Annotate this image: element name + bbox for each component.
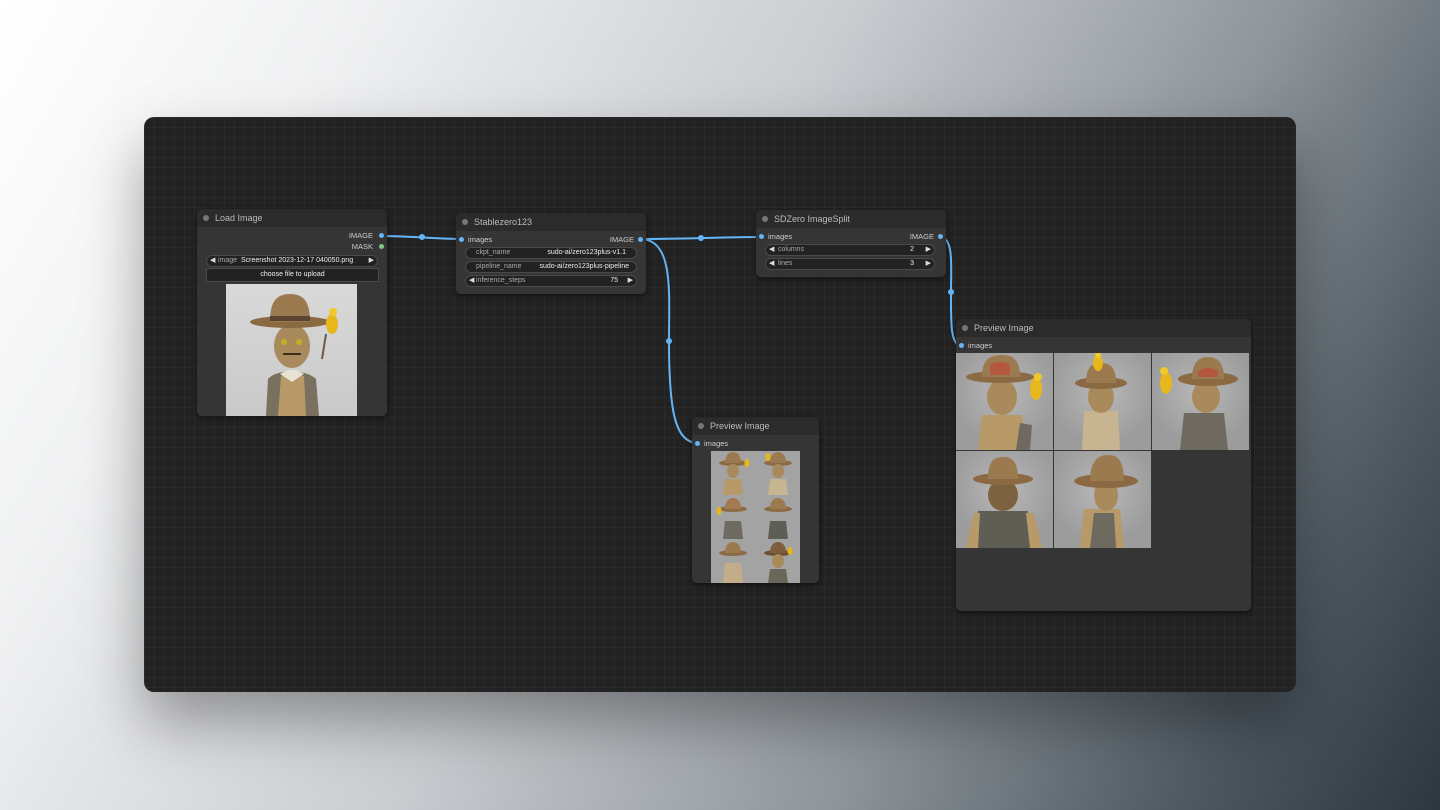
- wire-stablezero-to-split: [639, 236, 763, 240]
- wire-midpoint: [666, 338, 672, 344]
- output-image-port[interactable]: [638, 237, 643, 242]
- split-image-tile[interactable]: [1054, 353, 1151, 450]
- arrow-left-icon[interactable]: ◀: [769, 259, 774, 269]
- preview-image-node-small[interactable]: Preview Image images: [692, 417, 819, 583]
- node-title[interactable]: Preview Image: [692, 417, 819, 435]
- split-image-tile[interactable]: [956, 353, 1053, 450]
- output-image-label: IMAGE: [609, 235, 634, 244]
- scarecrow-view-image: [1075, 353, 1127, 450]
- arrow-left-icon[interactable]: ◀: [769, 245, 774, 255]
- output-image-port[interactable]: [379, 233, 384, 238]
- output-image-port[interactable]: [938, 234, 943, 239]
- output-image-preview: [711, 451, 800, 583]
- load-image-node[interactable]: Load Image IMAGE MASK ◀ image Screenshot…: [197, 209, 387, 416]
- output-mask: MASK: [351, 242, 373, 251]
- inference-steps-widget[interactable]: ◀ inference_steps 75 ▶: [465, 275, 637, 287]
- node-title[interactable]: SDZero ImageSplit: [756, 210, 946, 228]
- scarecrow-view-image: [966, 355, 1042, 450]
- input-images-label: images: [968, 341, 993, 350]
- lines-widget[interactable]: ◀ lines 3 ▶: [765, 258, 935, 270]
- input-images-label: images: [468, 235, 493, 244]
- input-images-label: images: [704, 439, 729, 448]
- ckpt-name-widget[interactable]: ckpt_name sudo-ai/zero123plus-v1.1: [465, 247, 637, 259]
- input-images-port[interactable]: [459, 237, 464, 242]
- image-combo-widget[interactable]: ◀ image Screenshot 2023-12-17 040050.png…: [206, 255, 378, 267]
- output-mask-port[interactable]: [379, 244, 384, 249]
- output-image: IMAGE: [348, 231, 373, 240]
- split-image-tile[interactable]: [1054, 451, 1151, 548]
- output-image-label: IMAGE: [909, 232, 934, 241]
- collapse-dot-icon[interactable]: [698, 423, 704, 429]
- arrow-left-icon[interactable]: ◀: [210, 256, 215, 266]
- loaded-image-preview: [226, 284, 357, 416]
- sdzero-imagesplit-node[interactable]: SDZero ImageSplit images IMAGE ◀ columns…: [756, 210, 946, 277]
- split-image-tile[interactable]: [1152, 353, 1249, 450]
- collapse-dot-icon[interactable]: [203, 215, 209, 221]
- wire-midpoint: [698, 235, 704, 241]
- collapse-dot-icon[interactable]: [462, 219, 468, 225]
- arrow-right-icon[interactable]: ▶: [628, 276, 633, 286]
- arrow-right-icon[interactable]: ▶: [369, 256, 374, 266]
- pipeline-name-widget[interactable]: pipeline_name sudo-ai/zero123plus-pipeli…: [465, 261, 637, 273]
- collapse-dot-icon[interactable]: [962, 325, 968, 331]
- scarecrow-view-image: [966, 457, 1042, 548]
- wire-midpoint: [419, 234, 425, 240]
- input-images-port[interactable]: [759, 234, 764, 239]
- scarecrow-view-image: [1074, 455, 1138, 548]
- wire-stablezero-to-preview-small: [639, 238, 699, 444]
- node-title[interactable]: Preview Image: [956, 319, 1251, 337]
- multi-view-grid-image: [716, 452, 793, 583]
- input-images-port[interactable]: [959, 343, 964, 348]
- arrow-left-icon[interactable]: ◀: [469, 276, 474, 286]
- choose-file-button[interactable]: choose file to upload: [206, 268, 379, 282]
- split-image-tile[interactable]: [956, 451, 1053, 548]
- preview-image-node-large[interactable]: Preview Image images: [956, 319, 1251, 611]
- input-images-label: images: [768, 232, 793, 241]
- scarecrow-view-image: [1160, 357, 1238, 450]
- wire-load-to-stablezero: [381, 235, 463, 240]
- arrow-right-icon[interactable]: ▶: [926, 245, 931, 255]
- scarecrow-image: [250, 294, 338, 416]
- stablezero123-node[interactable]: Stablezero123 images IMAGE ckpt_name sud…: [456, 213, 646, 294]
- input-images-port[interactable]: [695, 441, 700, 446]
- node-graph-canvas[interactable]: Load Image IMAGE MASK ◀ image Screenshot…: [144, 117, 1296, 692]
- collapse-dot-icon[interactable]: [762, 216, 768, 222]
- wire-midpoint: [948, 289, 954, 295]
- node-title[interactable]: Stablezero123: [456, 213, 646, 231]
- split-image-grid: [956, 353, 1251, 549]
- arrow-right-icon[interactable]: ▶: [926, 259, 931, 269]
- node-title[interactable]: Load Image: [197, 209, 387, 227]
- columns-widget[interactable]: ◀ columns 2 ▶: [765, 244, 935, 256]
